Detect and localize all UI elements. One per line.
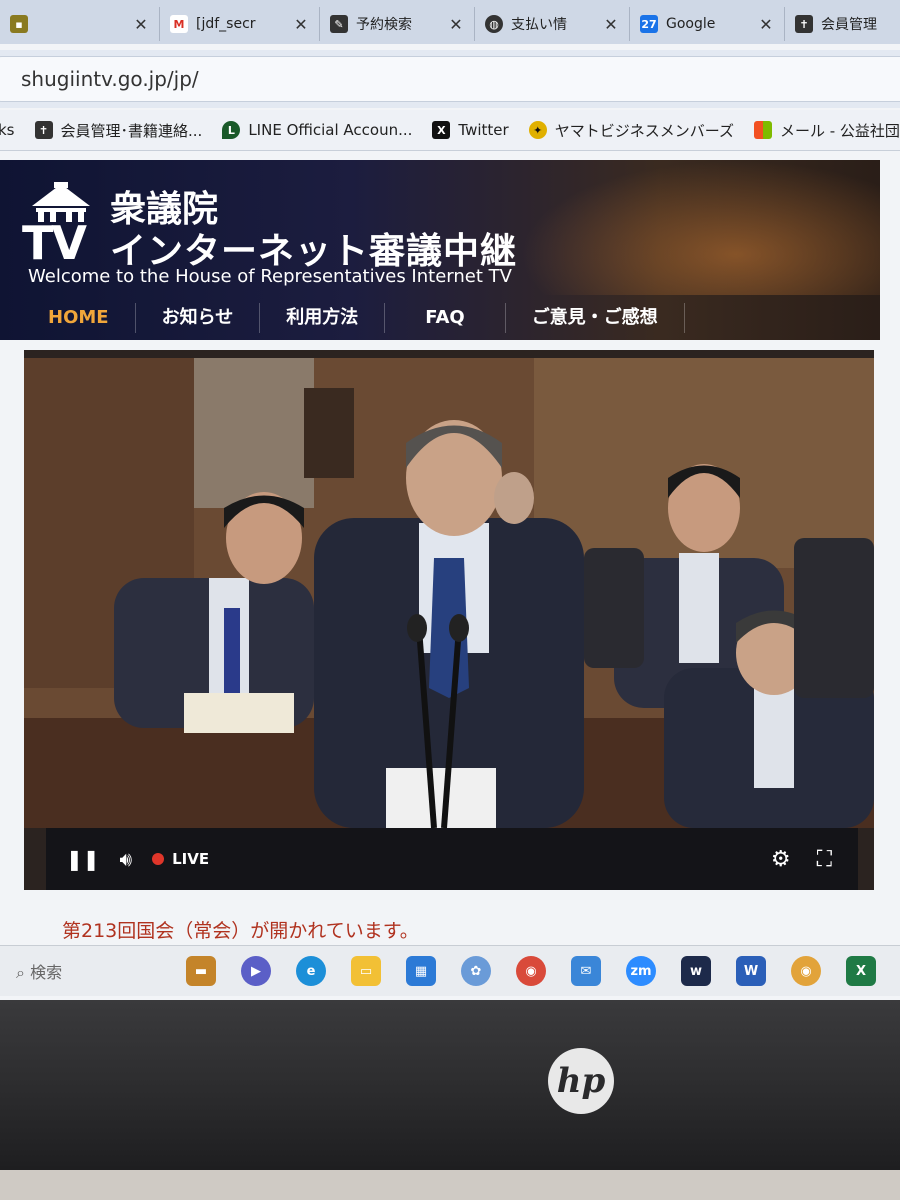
- volume-icon[interactable]: 🔊︎: [120, 847, 133, 871]
- nav-feedback[interactable]: ご意見・ご感想: [506, 302, 685, 333]
- browser-tab[interactable]: ✝ 会員管理: [785, 7, 900, 41]
- store-icon[interactable]: ▦: [406, 956, 436, 986]
- video-player[interactable]: ❚❚ 🔊︎ LIVE ⚙ ⛶: [24, 350, 874, 890]
- excel-icon[interactable]: X: [846, 956, 876, 986]
- browser-tab[interactable]: 27 Google ✕: [630, 7, 785, 41]
- yamato-icon: ✦: [528, 121, 547, 139]
- bookmark-item[interactable]: メール - 公益社団法: [753, 120, 900, 141]
- close-icon[interactable]: ✕: [758, 15, 774, 34]
- nav-faq[interactable]: FAQ: [385, 302, 506, 333]
- chrome-profile-icon[interactable]: ◉: [791, 956, 821, 986]
- edge-icon[interactable]: e: [296, 956, 326, 986]
- site-subtitle: Welcome to the House of Representatives …: [28, 266, 512, 287]
- close-icon[interactable]: ✕: [133, 15, 149, 34]
- live-label: LIVE: [172, 850, 210, 868]
- cross-icon: ✝: [34, 121, 53, 139]
- line-icon: L: [222, 121, 241, 139]
- url-text[interactable]: shugiintv.go.jp/jp/: [21, 67, 199, 91]
- site-logo-tv: TV: [22, 216, 87, 270]
- chat-icon: ▪: [10, 15, 28, 33]
- gmail-icon: M: [170, 15, 188, 33]
- browser-tab[interactable]: M [jdf_secr ✕: [160, 7, 320, 41]
- bookmark-item[interactable]: X Twitter: [432, 121, 509, 139]
- meet-icon[interactable]: ▶: [241, 956, 271, 986]
- player-controls: ❚❚ 🔊︎ LIVE ⚙ ⛶: [46, 828, 858, 890]
- chrome-icon[interactable]: ◉: [516, 956, 546, 986]
- calendar-icon: 27: [640, 15, 658, 33]
- browser-tab[interactable]: ▪ ✕: [0, 7, 160, 41]
- desk-surface: [0, 1170, 900, 1200]
- site-nav: HOME お知らせ 利用方法 FAQ ご意見・ご感想: [0, 295, 880, 340]
- bookmark-item[interactable]: ✦ ヤマトビジネスメンバーズ: [528, 120, 734, 141]
- browser-tab[interactable]: ◍ 支払い情 ✕: [475, 7, 630, 41]
- x-icon: X: [432, 121, 451, 139]
- taskbar-search[interactable]: ⌕ 検索: [16, 959, 186, 983]
- bookmark-item[interactable]: ✝ 会員管理･書籍連絡...: [34, 120, 202, 141]
- briefcase-icon[interactable]: ▬: [186, 956, 216, 986]
- close-icon[interactable]: ✕: [603, 15, 619, 34]
- browser-tab[interactable]: ✎ 予約検索 ✕: [320, 7, 475, 41]
- word-icon[interactable]: W: [736, 956, 766, 986]
- video-frame[interactable]: [24, 358, 874, 828]
- pen-icon: ✎: [330, 15, 348, 33]
- address-bar-row: shugiintv.go.jp/jp/: [0, 50, 900, 108]
- gear-icon[interactable]: ⚙: [771, 847, 791, 872]
- nav-news[interactable]: お知らせ: [136, 302, 261, 333]
- url-bar[interactable]: shugiintv.go.jp/jp/: [0, 56, 900, 102]
- close-icon[interactable]: ✕: [448, 15, 464, 34]
- close-icon[interactable]: ✕: [293, 15, 309, 34]
- bookmark-item[interactable]: L LINE Official Accoun...: [222, 121, 412, 139]
- fullscreen-icon[interactable]: ⛶: [817, 847, 832, 872]
- copilot-icon[interactable]: ✿: [461, 956, 491, 986]
- mail-icon[interactable]: ✉: [571, 956, 601, 986]
- chamber-background: [520, 160, 880, 295]
- nav-usage[interactable]: 利用方法: [260, 302, 386, 333]
- bookmark-item[interactable]: ks: [0, 121, 15, 139]
- cross-icon: ✝: [795, 15, 813, 33]
- site-header: TV 衆議院 インターネット審議中継 Welcome to the House …: [0, 160, 880, 340]
- windows-taskbar: ⌕ 検索 ▬ ▶ e ▭ ▦ ✿ ◉ ✉ zm w W ◉ X: [0, 945, 900, 996]
- zoom-icon[interactable]: zm: [626, 956, 656, 986]
- laptop-bezel: [0, 1000, 900, 1170]
- globe-icon: ◍: [485, 15, 503, 33]
- bookmarks-bar: ks ✝ 会員管理･書籍連絡... L LINE Official Accoun…: [0, 110, 900, 151]
- nav-home[interactable]: HOME: [0, 302, 136, 333]
- laptop-screen: ▪ ✕ M [jdf_secr ✕ ✎ 予約検索 ✕ ◍ 支払い情 ✕ 27 G…: [0, 0, 900, 1000]
- pause-icon[interactable]: ❚❚: [66, 847, 100, 871]
- microsoft-icon: [753, 121, 772, 139]
- webex-icon[interactable]: w: [681, 956, 711, 986]
- hp-logo: hp: [548, 1048, 614, 1114]
- search-icon: ⌕: [16, 963, 25, 982]
- session-notice: 第213回国会（常会）が開かれています。: [62, 920, 419, 942]
- explorer-icon[interactable]: ▭: [351, 956, 381, 986]
- live-indicator-icon: [152, 853, 165, 865]
- browser-tab-strip: ▪ ✕ M [jdf_secr ✕ ✎ 予約検索 ✕ ◍ 支払い情 ✕ 27 G…: [0, 0, 900, 44]
